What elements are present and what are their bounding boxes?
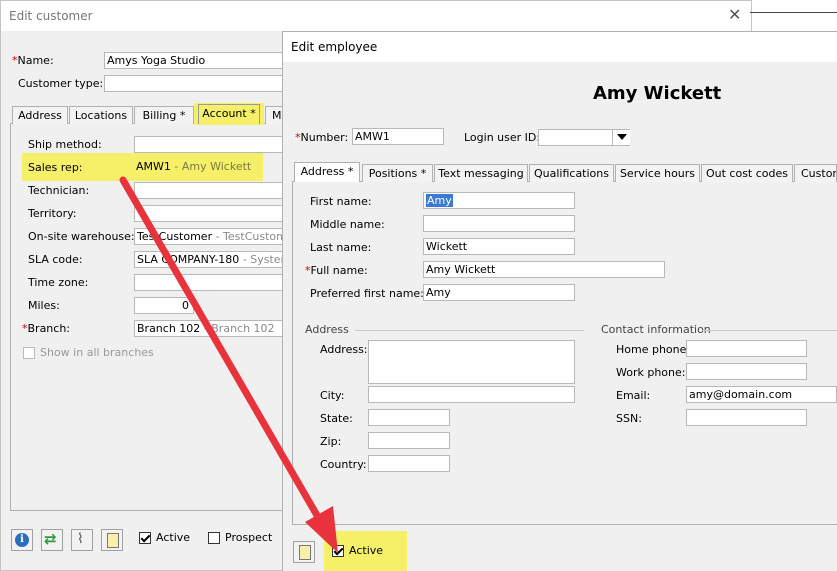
arrow-head — [305, 506, 338, 553]
annotation-arrow — [119, 176, 338, 553]
arrow-shaft — [119, 176, 326, 528]
